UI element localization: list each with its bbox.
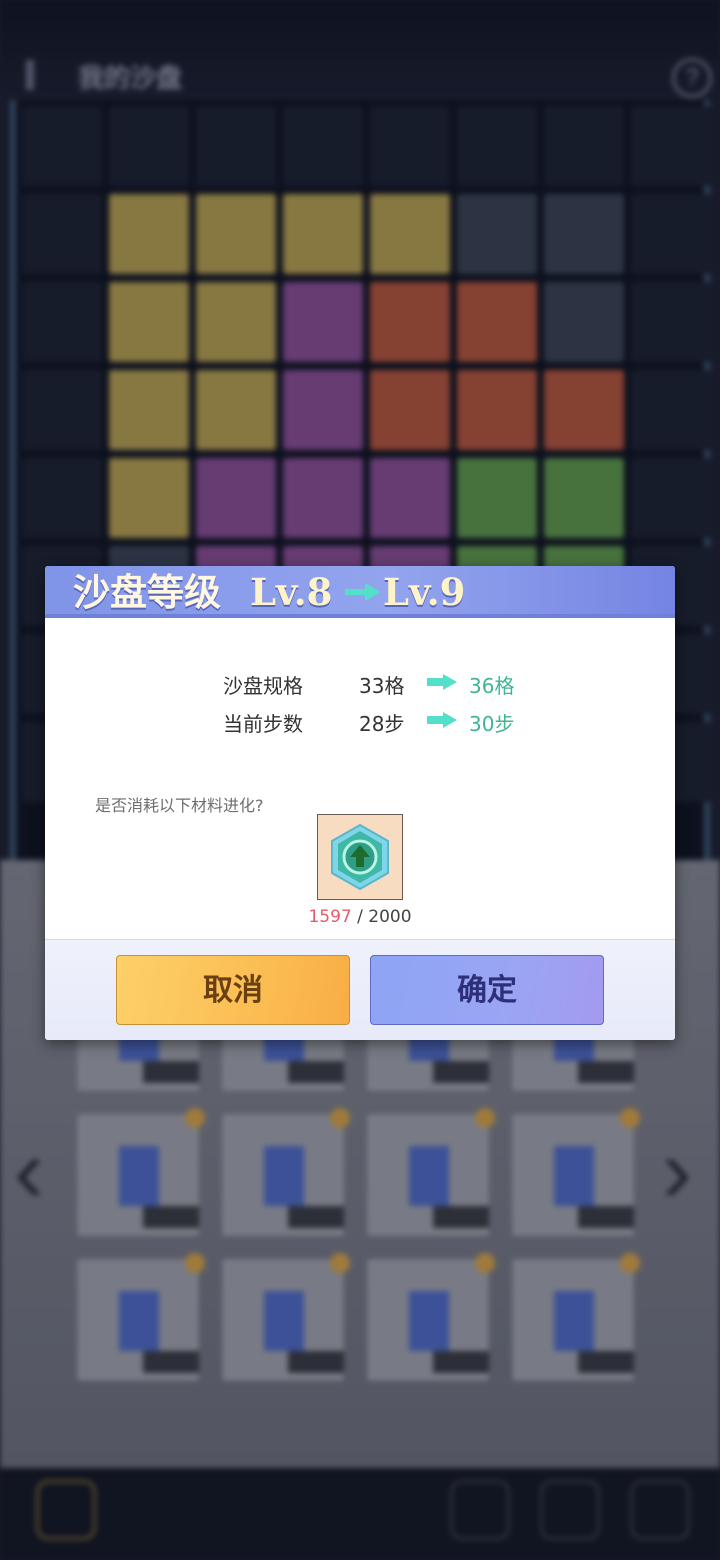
stat-arrow-icon <box>427 674 457 690</box>
material-need: 2000 <box>368 907 412 927</box>
stat-next-size: 36格 <box>469 674 515 698</box>
stat-next-steps: 30步 <box>469 712 515 736</box>
stat-arrow-icon <box>427 712 457 728</box>
level-from: Lv.8 <box>250 570 333 614</box>
level-up-dialog: 沙盘等级 Lv.8 Lv.9 沙盘规格 33格 36格 当前步数 28步 30步… <box>45 566 675 1040</box>
confirm-question: 是否消耗以下材料进化? <box>95 796 264 815</box>
level-to: Lv.9 <box>383 570 466 614</box>
confirm-button[interactable]: 确定 <box>370 955 604 1025</box>
level-arrow-icon <box>345 583 381 601</box>
material-have: 1597 <box>308 907 352 927</box>
stat-current-steps: 28步 <box>359 712 405 736</box>
upgrade-gem-icon <box>331 823 389 891</box>
dialog-footer: 取消 确定 <box>45 939 675 1040</box>
material-separator: / <box>351 907 369 927</box>
cancel-button[interactable]: 取消 <box>116 955 350 1025</box>
stat-current-size: 33格 <box>359 674 405 698</box>
dialog-title: 沙盘等级 <box>73 570 221 614</box>
stat-label-size: 沙盘规格 <box>223 674 303 698</box>
material-count: 1597 / 2000 <box>45 907 675 927</box>
dialog-header: 沙盘等级 Lv.8 Lv.9 <box>45 566 675 618</box>
material-slot[interactable] <box>317 814 403 900</box>
stat-label-steps: 当前步数 <box>223 712 303 736</box>
